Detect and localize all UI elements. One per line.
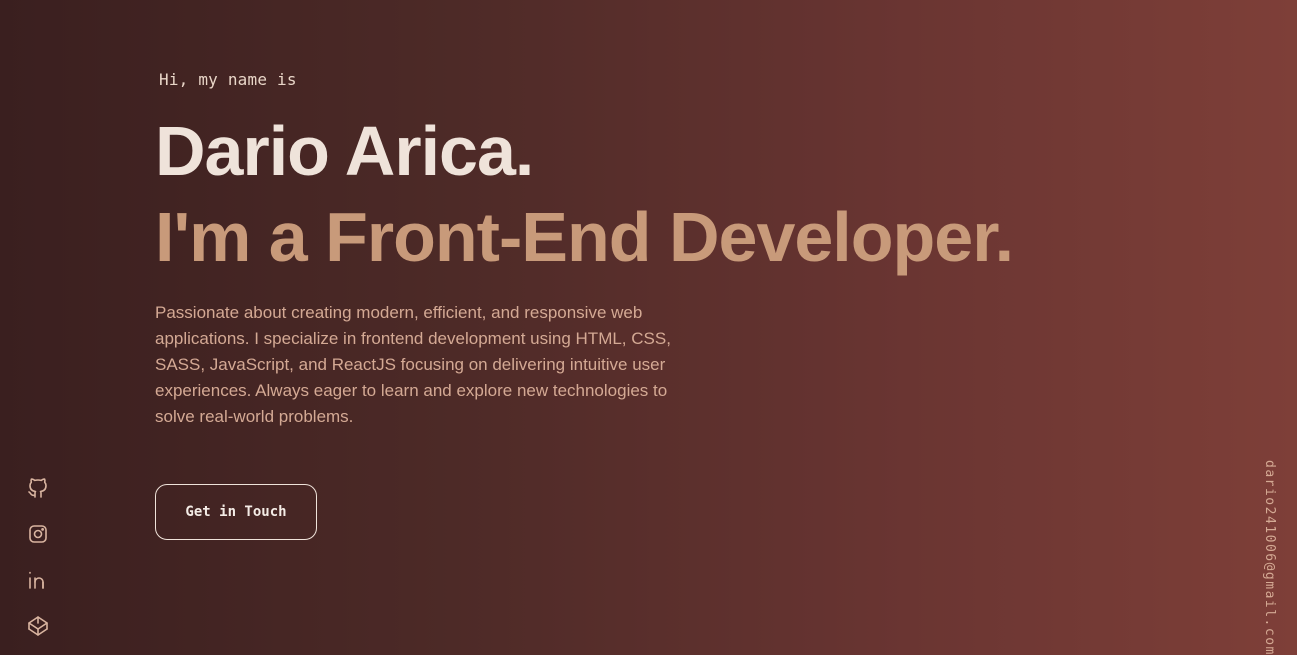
codepen-icon (28, 616, 48, 636)
role-heading: I'm a Front-End Developer. (155, 198, 1014, 276)
linkedin-icon (29, 571, 44, 589)
linkedin-link[interactable] (26, 568, 50, 592)
instagram-link[interactable] (26, 522, 50, 546)
social-links (26, 476, 50, 638)
name-heading: Dario Arica. (155, 112, 534, 190)
email-link[interactable]: dario241006@gmail.com (1262, 460, 1277, 655)
greeting-text: Hi, my name is (159, 70, 297, 89)
instagram-icon (29, 525, 47, 543)
github-icon (28, 478, 47, 498)
github-link[interactable] (26, 476, 50, 500)
bio-paragraph: Passionate about creating modern, effici… (155, 303, 671, 426)
get-in-touch-button[interactable]: Get in Touch (155, 484, 317, 540)
codepen-link[interactable] (26, 614, 50, 638)
